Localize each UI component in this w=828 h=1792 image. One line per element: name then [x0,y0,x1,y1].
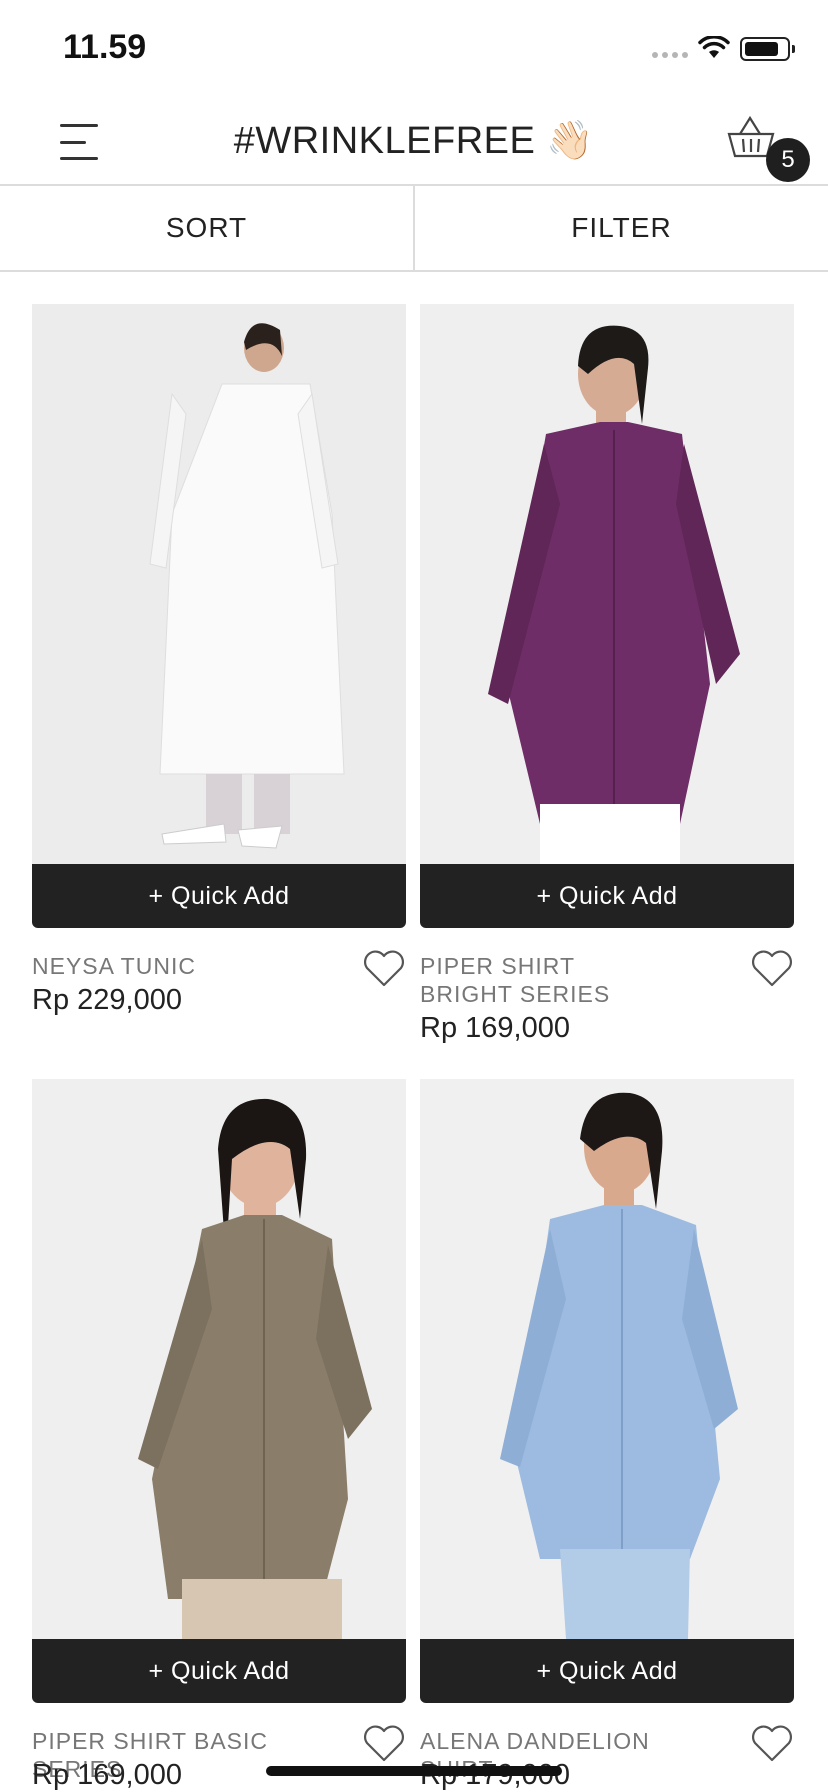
heart-icon[interactable] [750,948,794,988]
quick-add-button[interactable]: + Quick Add [32,864,406,928]
heart-icon[interactable] [362,948,406,988]
status-bar: 11.59 [0,0,828,100]
cart-button[interactable]: 5 [726,114,810,184]
product-price: Rp 229,000 [32,984,182,1016]
product-name[interactable]: PIPER SHIRT BRIGHT SERIES [420,952,730,1008]
heart-icon[interactable] [362,1723,406,1763]
page-title-text: #WRINKLEFREE [233,120,536,162]
battery-icon [740,37,795,61]
quick-add-button[interactable]: + Quick Add [420,1639,794,1703]
cart-count-badge: 5 [766,138,810,182]
sort-filter-bar: SORT FILTER [0,186,828,272]
product-image[interactable] [32,304,406,864]
product-image[interactable] [420,304,794,864]
product-price: Rp 169,000 [420,1012,570,1044]
status-time: 11.59 [63,28,147,66]
page-title: #WRINKLEFREE 👋🏻 [0,118,828,163]
product-image[interactable] [420,1079,794,1639]
cellular-signal-icon [652,52,688,58]
product-price: Rp 169,000 [32,1759,182,1791]
home-indicator[interactable] [266,1766,562,1776]
sort-button[interactable]: SORT [0,186,413,270]
quick-add-button[interactable]: + Quick Add [32,1639,406,1703]
waving-hand-icon: 👋🏻 [546,118,595,162]
heart-icon[interactable] [750,1723,794,1763]
quick-add-button[interactable]: + Quick Add [420,864,794,928]
app-header: #WRINKLEFREE 👋🏻 5 [0,100,828,186]
wifi-icon [698,36,730,58]
product-image[interactable] [32,1079,406,1639]
product-name[interactable]: NEYSA TUNIC [32,952,342,980]
filter-button[interactable]: FILTER [413,186,828,270]
